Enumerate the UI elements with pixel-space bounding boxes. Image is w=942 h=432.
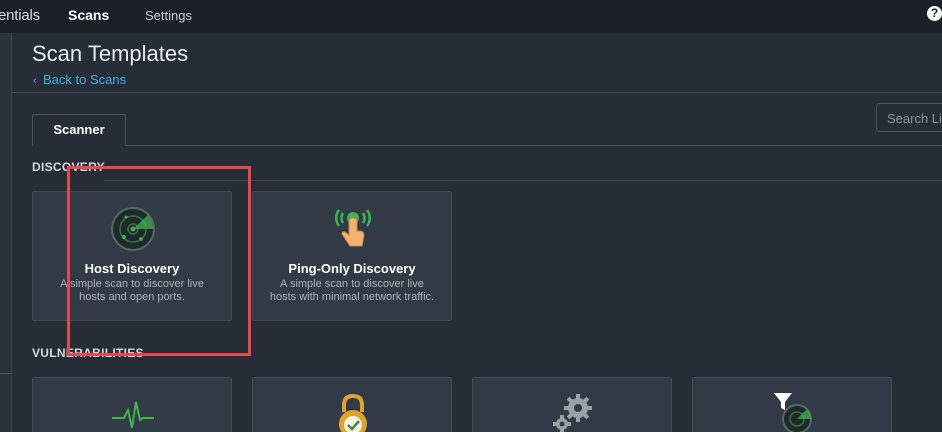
template-card-host-discovery[interactable]: Host Discovery A simple scan to discover… <box>32 191 232 321</box>
heartbeat-icon <box>112 401 154 429</box>
card-description: A simple scan to discover live hosts and… <box>60 278 204 303</box>
help-icon[interactable]: ? <box>927 6 942 21</box>
card-title: Host Discovery <box>84 261 180 276</box>
chevron-left-icon: ‹ <box>33 75 37 87</box>
ping-hand-icon <box>335 209 371 247</box>
section-title-vulnerabilities: VULNERABILITIES <box>32 346 144 360</box>
page-title: Scan Templates <box>32 41 189 66</box>
section-title-discovery: DISCOVERY <box>32 160 105 174</box>
template-card-vulnerability-3[interactable] <box>472 377 672 432</box>
radar-filter-icon <box>774 393 812 432</box>
nav-settings[interactable]: Settings <box>145 8 192 23</box>
card-description: A simple scan to discover live hosts wit… <box>269 278 435 303</box>
tab-scanner[interactable]: Scanner <box>32 114 126 146</box>
template-card-ping-only-discovery[interactable]: Ping-Only Discovery A simple scan to dis… <box>252 191 452 321</box>
radar-icon <box>111 207 155 251</box>
section-divider <box>104 180 942 181</box>
gears-icon <box>553 394 592 432</box>
top-navigation-bar: entials Scans Settings ? <box>0 0 942 33</box>
sidebar-divider <box>0 373 11 374</box>
tab-bar-divider <box>32 145 942 146</box>
template-card-vulnerability-2[interactable] <box>252 377 452 432</box>
template-card-vulnerability-4[interactable] <box>692 377 892 432</box>
left-sidebar <box>0 33 12 432</box>
card-title: Ping-Only Discovery <box>288 261 416 276</box>
template-card-vulnerability-1[interactable] <box>32 377 232 432</box>
nav-scans[interactable]: Scans <box>68 7 109 23</box>
padlock-check-icon <box>339 393 367 432</box>
brand-name[interactable]: entials <box>0 7 40 24</box>
header-divider <box>12 92 942 93</box>
search-input[interactable]: Search Li <box>876 103 942 132</box>
back-to-scans-link[interactable]: ‹ Back to Scans <box>33 72 126 87</box>
back-link-label: Back to Scans <box>43 72 127 87</box>
